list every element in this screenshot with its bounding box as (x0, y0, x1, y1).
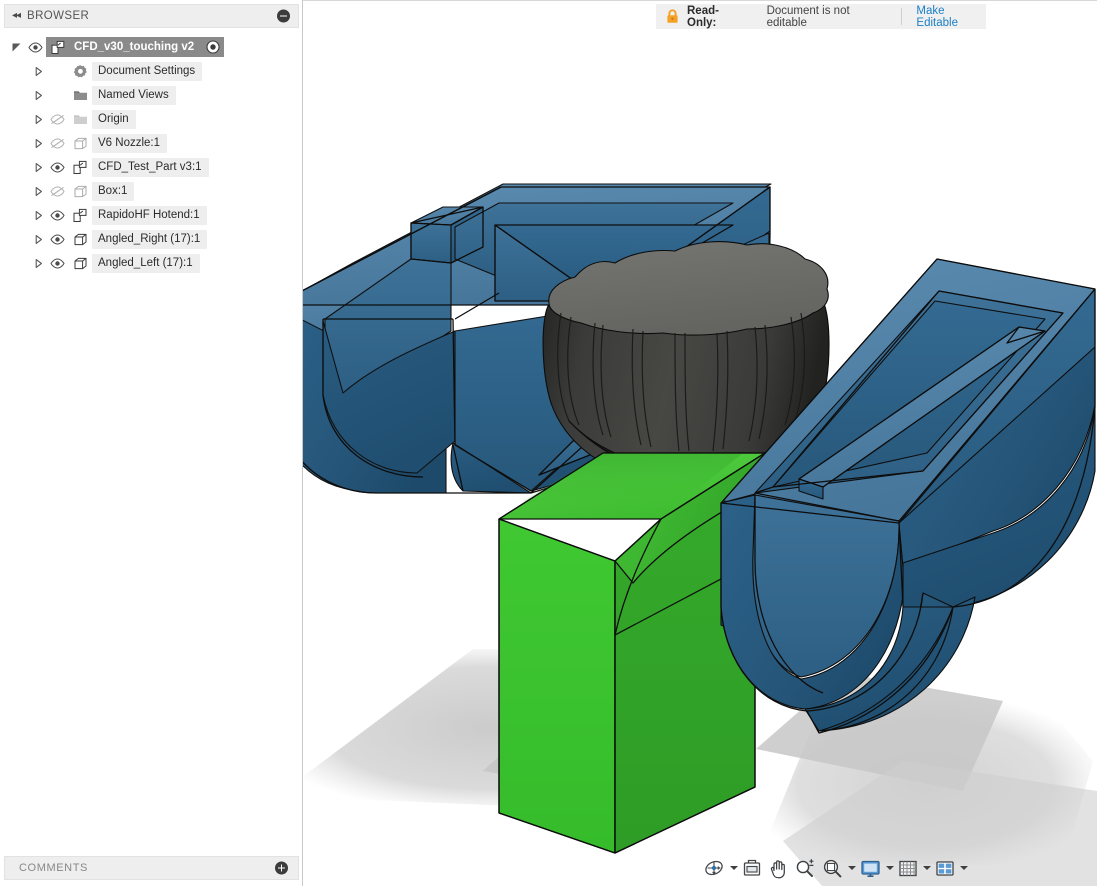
plus-circle-icon[interactable] (275, 861, 288, 875)
tree-root-label: CFD_v30_touching v2 (74, 40, 195, 53)
read-only-status-text: Document is not editable (766, 4, 850, 29)
zoom-plusminus-icon (796, 858, 814, 877)
assembly-icon (68, 208, 92, 223)
tree-item-label: Angled_Right (17):1 (92, 229, 208, 249)
comments-label: COMMENTS (19, 862, 88, 874)
tree-item-label: Box:1 (92, 181, 135, 201)
make-editable-link[interactable]: Make Editable (916, 5, 986, 29)
zoom-button[interactable] (791, 855, 819, 881)
browser-panel-title: BROWSER (27, 10, 90, 22)
tree-item-label: Document Settings (92, 61, 203, 81)
tree-item-v6-nozzle-1[interactable]: V6 Nozzle:1 (0, 131, 303, 155)
comments-bar[interactable]: COMMENTS (4, 856, 299, 880)
viewports-dropdown-caret[interactable] (958, 855, 969, 881)
folder-icon (68, 88, 92, 103)
grid-snap-dropdown-caret[interactable] (921, 855, 932, 881)
banner-divider (901, 8, 903, 25)
lock-closed-icon (666, 9, 679, 24)
eye-hidden-icon[interactable] (46, 185, 68, 197)
orbit-icon (705, 860, 723, 876)
expand-chevron-icon[interactable] (30, 210, 46, 221)
orbit-button[interactable] (700, 855, 728, 881)
eye-hidden-icon[interactable] (46, 137, 68, 149)
3d-viewport-canvas[interactable] (303, 1, 1097, 886)
display-settings-button[interactable] (857, 855, 884, 881)
tree-item-document-settings[interactable]: Document Settings (0, 59, 303, 83)
body-cube-icon (68, 184, 92, 199)
eye-hidden-icon[interactable] (46, 113, 68, 125)
expand-chevron-icon[interactable] (30, 66, 46, 77)
expand-chevron-icon[interactable] (30, 138, 46, 149)
tree-item-label: Origin (92, 109, 136, 129)
monitor-icon (861, 860, 880, 877)
read-only-banner: Read-Only: Document is not editable Make… (656, 4, 986, 29)
expand-chevron-icon[interactable] (30, 162, 46, 173)
tree-item-rapidohf-hotend-1[interactable]: RapidoHF Hotend:1 (0, 203, 303, 227)
grid-icon (899, 860, 917, 876)
zoom-window-button[interactable] (819, 855, 846, 881)
eye-visible-icon[interactable] (24, 41, 46, 53)
collapse-panel-icon[interactable]: ◂◂ (5, 11, 27, 21)
eye-visible-icon[interactable] (46, 233, 68, 245)
tree-item-label: Angled_Left (17):1 (92, 253, 200, 273)
look-at-icon (743, 859, 761, 876)
assembly-icon (68, 160, 92, 175)
display-settings-dropdown-caret[interactable] (884, 855, 895, 881)
look-at-button[interactable] (739, 855, 765, 881)
tree-children-container: Document Settings Named Views Origin V6 Noz… (0, 59, 303, 275)
eye-visible-icon[interactable] (46, 257, 68, 269)
pan-hand-icon (770, 859, 785, 878)
tree-item-named-views[interactable]: Named Views (0, 83, 303, 107)
body-cube-icon (68, 256, 92, 271)
expand-chevron-icon[interactable] (30, 186, 46, 197)
tree-item-cfd-test-part-v3-1[interactable]: CFD_Test_Part v3:1 (0, 155, 303, 179)
tree-item-label: CFD_Test_Part v3:1 (92, 157, 209, 177)
expand-chevron-icon[interactable] (30, 114, 46, 125)
browser-panel: ◂◂ BROWSER CFD_v30_touching v2 Document … (0, 0, 303, 886)
viewports-button[interactable] (932, 855, 958, 881)
pan-button[interactable] (765, 855, 791, 881)
tree-root-item[interactable]: CFD_v30_touching v2 (0, 35, 303, 59)
minus-circle-icon[interactable] (277, 9, 290, 23)
eye-visible-icon[interactable] (46, 161, 68, 173)
orbit-dropdown-caret[interactable] (728, 855, 739, 881)
tree-item-origin[interactable]: Origin (0, 107, 303, 131)
assembly-icon (48, 40, 68, 55)
expand-chevron-icon[interactable] (30, 258, 46, 269)
tree-item-box-1[interactable]: Box:1 (0, 179, 303, 203)
grid-snap-button[interactable] (895, 855, 921, 881)
tree-item-angled-left-17-1[interactable]: Angled_Left (17):1 (0, 251, 303, 275)
tree-item-label: Named Views (92, 85, 176, 105)
read-only-label: Read-Only: (687, 4, 719, 29)
body-cube-icon (68, 232, 92, 247)
folder-icon (68, 112, 92, 127)
zoom-window-icon (823, 859, 842, 877)
activate-radio-icon[interactable] (206, 40, 220, 54)
tree-item-label: V6 Nozzle:1 (92, 133, 168, 153)
browser-tree: CFD_v30_touching v2 Document Settings Nam… (0, 35, 303, 275)
canvas-top-divider (303, 0, 1097, 1)
tree-item-angled-right-17-1[interactable]: Angled_Right (17):1 (0, 227, 303, 251)
expand-chevron-icon[interactable] (30, 90, 46, 101)
expand-triangle-icon[interactable] (8, 42, 24, 53)
gear-icon (68, 64, 92, 79)
viewports-icon (936, 860, 954, 876)
browser-panel-header[interactable]: ◂◂ BROWSER (4, 4, 299, 28)
expand-chevron-icon[interactable] (30, 234, 46, 245)
cad-model-scene (303, 183, 1097, 886)
body-cube-icon (68, 136, 92, 151)
eye-visible-icon[interactable] (46, 209, 68, 221)
tree-item-label: RapidoHF Hotend:1 (92, 205, 207, 225)
view-navigation-toolbar (700, 854, 969, 882)
zoom-window-dropdown-caret[interactable] (846, 855, 857, 881)
